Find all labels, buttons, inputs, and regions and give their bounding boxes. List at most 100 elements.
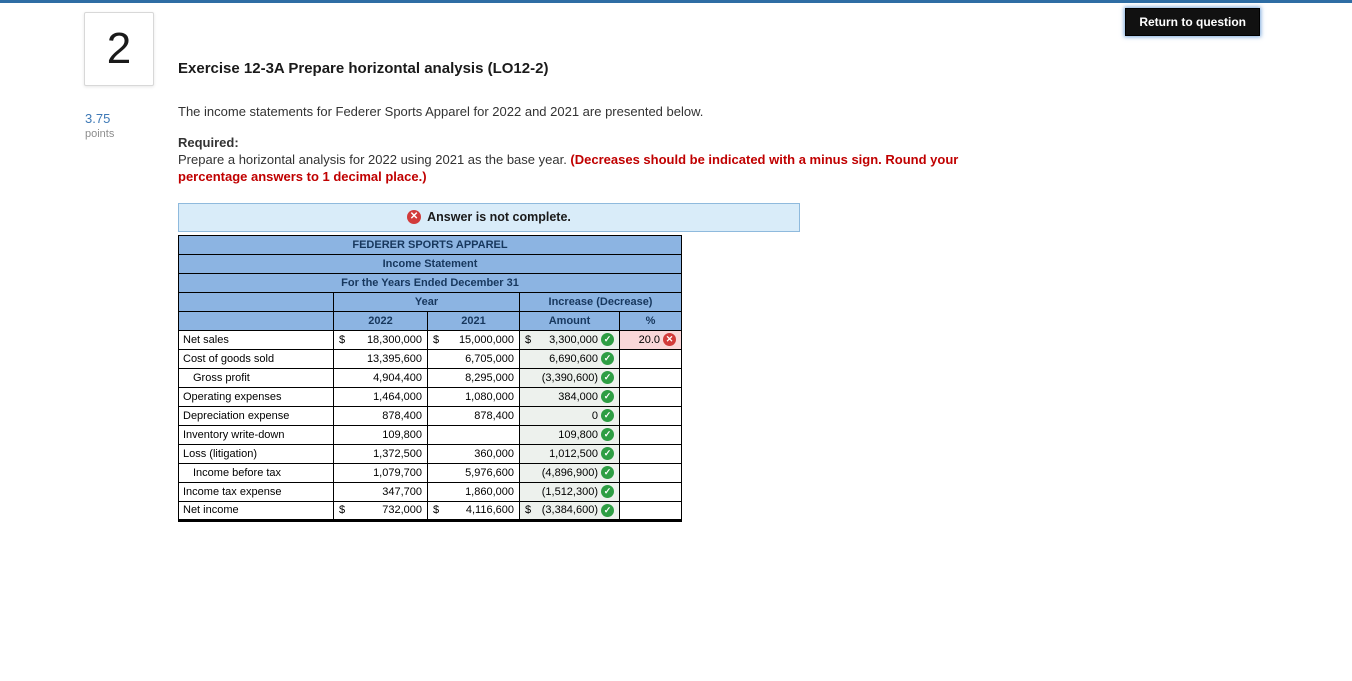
cell-value: 360,000 (474, 447, 514, 460)
cell-value: 1,464,000 (373, 390, 422, 403)
percent-input-cell[interactable] (619, 386, 682, 407)
percent-input-cell[interactable] (619, 405, 682, 426)
cell-2021: 6,705,000 (427, 348, 520, 369)
table-period: For the Years Ended December 31 (178, 272, 682, 293)
cell-value: 20.0 (638, 333, 660, 346)
page: Return to question 2 3.75 points Exercis… (0, 0, 1352, 681)
amount-input-cell[interactable]: $ (3,384,600) ✓ (519, 500, 620, 522)
check-circle-icon: ✓ (601, 333, 614, 347)
points-label: points (85, 128, 115, 140)
row-label: Loss (litigation) (178, 443, 334, 464)
percent-input-cell[interactable] (619, 367, 682, 388)
amount-input-cell[interactable]: 1,012,500 ✓ (519, 443, 620, 464)
check-circle-icon: ✓ (601, 409, 614, 423)
points-block: 3.75 points (85, 111, 114, 140)
amount-input-cell[interactable]: 0 ✓ (519, 405, 620, 426)
percent-input-cell[interactable] (619, 500, 682, 522)
empty-header-cell (178, 291, 334, 312)
exercise-title: Exercise 12-3A Prepare horizontal analys… (178, 60, 549, 77)
cell-2021 (427, 424, 520, 445)
row-label: Net sales (178, 329, 334, 350)
table-subtitle: Income Statement (178, 253, 682, 274)
cell-value: 109,800 (558, 428, 598, 441)
cell-value: 109,800 (382, 428, 422, 441)
amount-input-cell[interactable]: 109,800 ✓ (519, 424, 620, 445)
col-header-2022: 2022 (333, 310, 428, 331)
check-circle-icon: ✓ (601, 390, 614, 404)
amount-input-cell[interactable]: $3,300,000 ✓ (519, 329, 620, 350)
cell-2022: 4,904,400 (333, 367, 428, 388)
cell-value: 3,300,000 (549, 333, 598, 346)
table-row: Net sales $18,300,000 $15,000,000 $3,300,00… (178, 329, 682, 350)
answer-status-text: Answer is not complete. (427, 210, 571, 225)
cell-2021: $4,116,600 (427, 500, 520, 522)
cell-2021: 360,000 (427, 443, 520, 464)
table-row: Income tax expense 347,700 1,860,000 (1,512… (178, 481, 682, 502)
cell-value: 0 (591, 409, 598, 422)
amount-input-cell[interactable]: (3,390,600) ✓ (519, 367, 620, 388)
check-circle-icon: ✓ (601, 503, 614, 517)
cell-value: 8,295,000 (465, 371, 514, 384)
cell-value: 1,860,000 (465, 485, 514, 498)
table-row: Income before tax 1,079,700 5,976,600 (4,89… (178, 462, 682, 483)
cell-value: 878,400 (382, 409, 422, 422)
table-row: Operating expenses 1,464,000 1,080,000 384,… (178, 386, 682, 407)
required-text-normal: Prepare a horizontal analysis for 2022 u… (178, 152, 571, 167)
row-label: Income before tax (178, 462, 334, 483)
col-header-amount: Amount (519, 310, 620, 331)
amount-input-cell[interactable]: 6,690,600 ✓ (519, 348, 620, 369)
question-content: Exercise 12-3A Prepare horizontal analys… (178, 60, 988, 522)
income-statement-table: FEDERER SPORTS APPAREL Income Statement … (178, 234, 682, 522)
percent-input-cell[interactable] (619, 424, 682, 445)
cell-value: 5,976,600 (465, 466, 514, 479)
top-accent-bar (0, 0, 1352, 3)
increase-decrease-group-header: Increase (Decrease) (519, 291, 682, 312)
table-period-row: For the Years Ended December 31 (178, 272, 682, 293)
cell-2021: $15,000,000 (427, 329, 520, 350)
check-circle-icon: ✓ (601, 466, 614, 480)
points-value: 3.75 (85, 111, 111, 126)
dollar-sign: $ (433, 504, 440, 517)
group-header-row: Year Increase (Decrease) (178, 291, 682, 312)
table-row: Inventory write-down 109,800 109,800 ✓ (178, 424, 682, 445)
row-label: Gross profit (178, 367, 334, 388)
dollar-sign: $ (339, 333, 346, 346)
dollar-sign: $ (525, 333, 532, 346)
cell-2022: 109,800 (333, 424, 428, 445)
percent-input-cell[interactable] (619, 481, 682, 502)
percent-input-cell[interactable] (619, 443, 682, 464)
percent-input-cell[interactable]: 20.0 ✕ (619, 329, 682, 350)
table-subtitle-row: Income Statement (178, 253, 682, 274)
dollar-sign: $ (433, 333, 440, 346)
cell-value: 1,012,500 (549, 447, 598, 460)
check-circle-icon: ✓ (601, 447, 614, 461)
row-label: Cost of goods sold (178, 348, 334, 369)
exercise-intro: The income statements for Federer Sports… (178, 104, 704, 119)
table-row: Net income $732,000 $4,116,600 $ (3,384,600)… (178, 500, 682, 522)
cell-value: 6,705,000 (465, 352, 514, 365)
percent-input-cell[interactable] (619, 462, 682, 483)
amount-input-cell[interactable]: (4,896,900) ✓ (519, 462, 620, 483)
empty-header-cell (178, 310, 334, 331)
cell-2021: 1,080,000 (427, 386, 520, 407)
required-text: Prepare a horizontal analysis for 2022 u… (178, 152, 963, 186)
cell-value: 4,904,400 (373, 371, 422, 384)
check-circle-icon: ✓ (601, 485, 614, 499)
row-label: Income tax expense (178, 481, 334, 502)
amount-input-cell[interactable]: (1,512,300) ✓ (519, 481, 620, 502)
cell-2022: $732,000 (333, 500, 428, 522)
cell-2022: 13,395,600 (333, 348, 428, 369)
x-circle-icon: ✕ (663, 333, 676, 347)
row-label: Inventory write-down (178, 424, 334, 445)
cell-value: 4,116,600 (465, 504, 514, 517)
amount-input-cell[interactable]: 384,000 ✓ (519, 386, 620, 407)
cell-2022: 347,700 (333, 481, 428, 502)
col-header-2021: 2021 (427, 310, 520, 331)
question-number-box: 2 (84, 12, 154, 86)
cell-value: 878,400 (474, 409, 514, 422)
answer-status-banner: ✕ Answer is not complete. (178, 202, 800, 232)
percent-input-cell[interactable] (619, 348, 682, 369)
cell-value: 6,690,600 (549, 352, 598, 365)
return-to-question-button[interactable]: Return to question (1125, 8, 1260, 36)
cell-value: 13,395,600 (366, 352, 422, 365)
